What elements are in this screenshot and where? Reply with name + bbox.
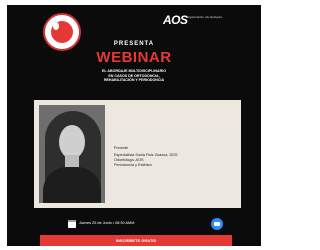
speaker-panel: Ponente Especialista Sonia Ruiz Zuazua, … xyxy=(34,100,241,208)
aos-logo-subtitle: organización odontológica xyxy=(187,15,222,19)
speaker-name-line: Periodoncia y Estética xyxy=(114,163,152,167)
aos-logo-text: AOS xyxy=(163,13,188,27)
speaker-photo-body xyxy=(43,167,101,203)
speaker-name: Especialista Sonia Ruiz Zuazua, DDS Odon… xyxy=(114,153,226,168)
webinar-card: AOS organización odontológica PRESENTA W… xyxy=(7,5,261,246)
speaker-photo xyxy=(39,105,105,203)
speaker-label: Ponente xyxy=(114,146,129,150)
aos-logo: AOS organización odontológica xyxy=(163,13,233,29)
page-title: WEBINAR xyxy=(96,49,172,66)
seal-mark xyxy=(54,23,58,29)
presents-label: PRESENTA xyxy=(113,41,155,47)
event-datetime: Jueves 25 de Junio • 08:30 AMM xyxy=(79,221,135,225)
register-button[interactable]: INSCRÍBETE GRATIS xyxy=(40,235,232,246)
subtitle-line: REHABILITACIÓN Y PERIODONCIA xyxy=(103,78,165,83)
webinar-subtitle: EL ABORDAJE MULTIDISCIPLINARIO EN CASOS … xyxy=(47,69,221,83)
zoom-icon xyxy=(211,218,223,230)
calendar-icon xyxy=(68,220,76,228)
speaker-photo-face xyxy=(59,125,85,159)
